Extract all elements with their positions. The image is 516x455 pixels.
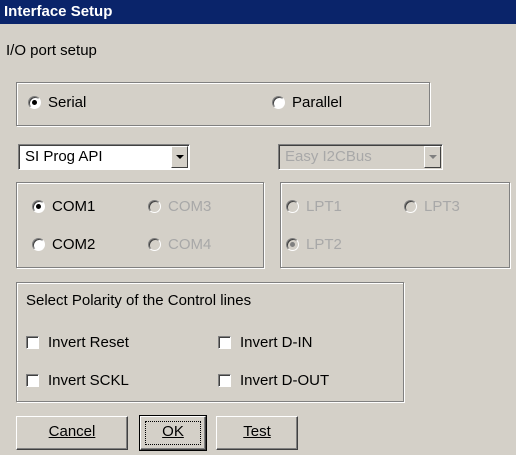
interface-setup-dialog: Interface Setup I/O port setup Serial Pa… <box>0 0 516 455</box>
cancel-button[interactable]: Cancel <box>16 416 128 450</box>
com2-radio[interactable] <box>32 238 45 251</box>
serial-api-value: SI Prog API <box>25 148 103 165</box>
lpt1-label[interactable]: LPT1 <box>306 198 342 216</box>
polarity-title: Select Polarity of the Control lines <box>26 292 252 309</box>
lpt-port-group <box>280 182 510 268</box>
lpt3-label[interactable]: LPT3 <box>424 198 460 216</box>
lpt2-radio-dot <box>290 242 295 247</box>
test-button-label: Test <box>243 423 271 440</box>
com3-radio[interactable] <box>148 200 161 213</box>
invert-din-checkbox[interactable] <box>218 336 231 349</box>
com-port-group <box>16 182 264 268</box>
lpt1-radio[interactable] <box>286 200 299 213</box>
parallel-api-select[interactable]: Easy I2CBus <box>278 144 443 170</box>
com2-label[interactable]: COM2 <box>52 236 95 254</box>
serial-radio-dot <box>32 100 37 105</box>
serial-api-select[interactable]: SI Prog API <box>18 144 190 170</box>
com1-radio-dot <box>36 204 41 209</box>
parallel-radio-label[interactable]: Parallel <box>292 94 342 112</box>
lpt3-radio[interactable] <box>404 200 417 213</box>
serial-radio[interactable] <box>28 96 41 109</box>
lpt2-radio[interactable] <box>286 238 299 251</box>
chevron-down-icon <box>176 155 184 159</box>
invert-dout-checkbox[interactable] <box>218 374 231 387</box>
com1-label[interactable]: COM1 <box>52 198 95 216</box>
title-bar: Interface Setup <box>0 0 516 24</box>
parallel-api-value: Easy I2CBus <box>285 148 372 165</box>
test-button[interactable]: Test <box>216 416 298 450</box>
com1-radio[interactable] <box>32 200 45 213</box>
invert-dout-label[interactable]: Invert D-OUT <box>240 372 329 390</box>
invert-reset-checkbox[interactable] <box>26 336 39 349</box>
lpt2-label[interactable]: LPT2 <box>306 236 342 254</box>
invert-sckl-checkbox[interactable] <box>26 374 39 387</box>
io-port-setup-label: I/O port setup <box>6 42 97 59</box>
ok-button[interactable]: OK <box>139 415 207 451</box>
com4-label[interactable]: COM4 <box>168 236 211 254</box>
parallel-api-dropdown-button[interactable] <box>424 146 441 168</box>
parallel-radio[interactable] <box>272 96 285 109</box>
invert-reset-label[interactable]: Invert Reset <box>48 334 129 352</box>
ok-focus-rect <box>145 421 201 445</box>
com3-label[interactable]: COM3 <box>168 198 211 216</box>
invert-sckl-label[interactable]: Invert SCKL <box>48 372 129 390</box>
chevron-down-icon <box>429 155 437 159</box>
serial-api-dropdown-button[interactable] <box>171 146 188 168</box>
invert-din-label[interactable]: Invert D-IN <box>240 334 313 352</box>
serial-radio-label[interactable]: Serial <box>48 94 86 112</box>
com4-radio[interactable] <box>148 238 161 251</box>
cancel-button-label: Cancel <box>48 423 96 440</box>
